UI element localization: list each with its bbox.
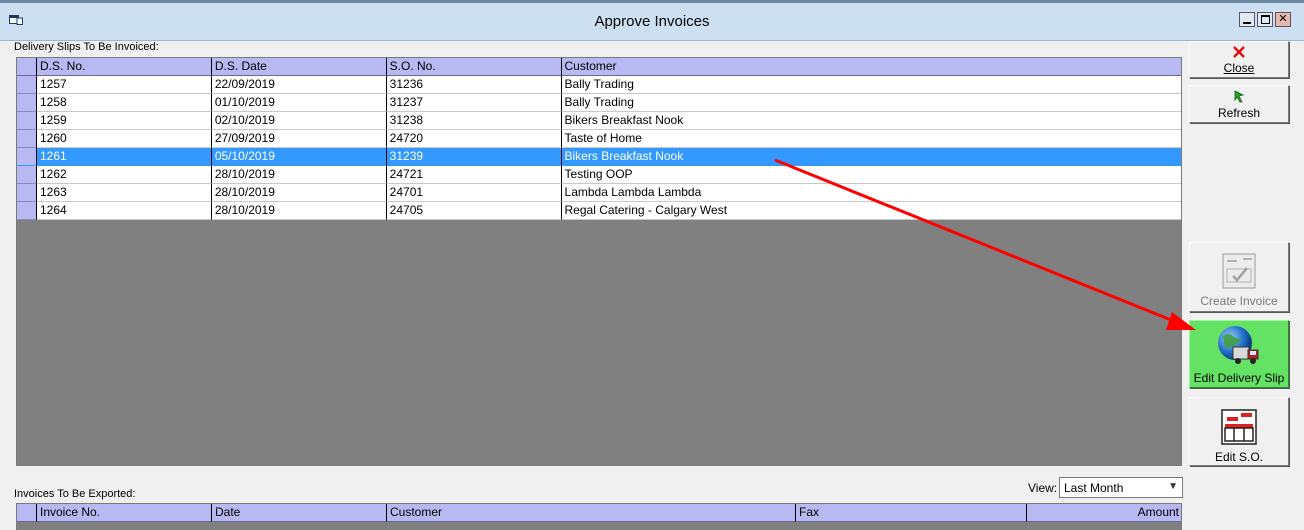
- header-indicator: [17, 58, 37, 76]
- ds-no-cell: 1264: [36, 202, 212, 220]
- row-indicator[interactable]: [17, 166, 37, 184]
- column-invoice-no[interactable]: Invoice No.: [37, 504, 212, 522]
- ds-no-cell: 1261: [36, 148, 212, 166]
- column-date[interactable]: Date: [212, 504, 387, 522]
- minimize-icon: [1243, 21, 1251, 24]
- maximize-icon: [1260, 15, 1270, 24]
- column-customer[interactable]: Customer: [387, 504, 796, 522]
- edit-delivery-slip-label: Edit Delivery Slip: [1193, 371, 1285, 385]
- ds-no-cell: 1257: [36, 76, 212, 94]
- minimize-button[interactable]: [1239, 12, 1255, 27]
- window-top-border: [0, 0, 1304, 3]
- column-amount[interactable]: Amount: [1027, 504, 1181, 522]
- so-no-cell: 31239: [386, 148, 562, 166]
- view-label: View:: [1028, 481, 1058, 495]
- row-indicator[interactable]: [17, 148, 37, 166]
- delivery-slips-label: Delivery Slips To Be Invoiced:: [14, 41, 159, 53]
- so-no-cell: 24701: [386, 184, 562, 202]
- column-so-no[interactable]: S.O. No.: [386, 58, 562, 76]
- edit-so-button[interactable]: Edit S.O.: [1189, 397, 1289, 466]
- ds-no-cell: 1262: [36, 166, 212, 184]
- ds-date-cell: 28/10/2019: [211, 166, 387, 184]
- delivery-slips-grid[interactable]: D.S. No. D.S. Date S.O. No. Customer 125…: [16, 57, 1182, 466]
- row-indicator[interactable]: [17, 112, 37, 130]
- refresh-button[interactable]: Refresh: [1189, 85, 1289, 123]
- column-ds-no[interactable]: D.S. No.: [36, 58, 212, 76]
- ds-date-cell: 27/09/2019: [211, 130, 387, 148]
- invoices-label: Invoices To Be Exported:: [14, 488, 136, 500]
- ds-date-cell: 02/10/2019: [211, 112, 387, 130]
- ds-no-cell: 1260: [36, 130, 212, 148]
- close-icon: [1233, 46, 1245, 58]
- row-indicator[interactable]: [17, 202, 37, 220]
- so-no-cell: 31238: [386, 112, 562, 130]
- table-row[interactable]: 1258 01/10/2019 31237 Bally Trading: [17, 94, 1181, 112]
- header-indicator: [17, 504, 37, 522]
- table-row[interactable]: 1260 27/09/2019 24720 Taste of Home: [17, 130, 1181, 148]
- so-no-cell: 31237: [386, 94, 562, 112]
- row-indicator[interactable]: [17, 76, 37, 94]
- edit-so-label: Edit S.O.: [1214, 450, 1264, 464]
- customer-cell: Bally Trading: [561, 76, 1181, 94]
- title-bar: Approve Invoices ✕: [0, 0, 1304, 41]
- create-invoice-button[interactable]: Create Invoice: [1189, 242, 1289, 312]
- ds-date-cell: 01/10/2019: [211, 94, 387, 112]
- table-row[interactable]: 1257 22/09/2019 31236 Bally Trading: [17, 76, 1181, 94]
- close-x-icon: ✕: [1278, 13, 1288, 25]
- ds-date-cell: 28/10/2019: [211, 184, 387, 202]
- so-no-cell: 31236: [386, 76, 562, 94]
- create-invoice-label: Create Invoice: [1200, 294, 1278, 308]
- refresh-icon: [1234, 90, 1245, 103]
- column-customer[interactable]: Customer: [561, 58, 1181, 76]
- close-button[interactable]: Close: [1189, 41, 1289, 78]
- table-row[interactable]: 1259 02/10/2019 31238 Bikers Breakfast N…: [17, 112, 1181, 130]
- refresh-button-label: Refresh: [1217, 106, 1261, 120]
- grid-header: D.S. No. D.S. Date S.O. No. Customer: [17, 58, 1181, 76]
- customer-cell: Bikers Breakfast Nook: [561, 148, 1181, 166]
- table-row[interactable]: 1262 28/10/2019 24721 Testing OOP: [17, 166, 1181, 184]
- customer-cell: Bally Trading: [561, 94, 1181, 112]
- ds-date-cell: 28/10/2019: [211, 202, 387, 220]
- customer-cell: Taste of Home: [561, 130, 1181, 148]
- invoices-grid[interactable]: Invoice No. Date Customer Fax Amount: [16, 503, 1182, 530]
- row-indicator[interactable]: [17, 184, 37, 202]
- ds-no-cell: 1259: [36, 112, 212, 130]
- chevron-down-icon[interactable]: ▼: [1168, 481, 1178, 492]
- view-select[interactable]: Last Month ▼: [1059, 477, 1183, 498]
- so-no-cell: 24721: [386, 166, 562, 184]
- column-ds-date[interactable]: D.S. Date: [211, 58, 387, 76]
- ds-no-cell: 1258: [36, 94, 212, 112]
- table-row-selected[interactable]: 1261 05/10/2019 31239 Bikers Breakfast N…: [17, 148, 1181, 166]
- row-indicator[interactable]: [17, 94, 37, 112]
- sales-order-icon: [1221, 409, 1257, 445]
- invoice-icon: [1222, 253, 1256, 289]
- edit-delivery-slip-button[interactable]: Edit Delivery Slip: [1189, 320, 1289, 388]
- window-close-button[interactable]: ✕: [1275, 12, 1291, 27]
- ds-no-cell: 1263: [36, 184, 212, 202]
- so-no-cell: 24705: [386, 202, 562, 220]
- maximize-button[interactable]: [1257, 12, 1273, 27]
- ds-date-cell: 05/10/2019: [211, 148, 387, 166]
- customer-cell: Bikers Breakfast Nook: [561, 112, 1181, 130]
- table-row[interactable]: 1263 28/10/2019 24701 Lambda Lambda Lamb…: [17, 184, 1181, 202]
- ds-date-cell: 22/09/2019: [211, 76, 387, 94]
- table-row[interactable]: 1264 28/10/2019 24705 Regal Catering - C…: [17, 202, 1181, 220]
- customer-cell: Testing OOP: [561, 166, 1181, 184]
- window-title: Approve Invoices: [594, 13, 710, 30]
- close-button-label: Close: [1223, 61, 1255, 75]
- customer-cell: Lambda Lambda Lambda: [561, 184, 1181, 202]
- customer-cell: Regal Catering - Calgary West: [561, 202, 1181, 220]
- delivery-truck-globe-icon: [1218, 326, 1259, 364]
- row-indicator[interactable]: [17, 130, 37, 148]
- view-select-value: Last Month: [1064, 481, 1124, 495]
- invoices-grid-header: Invoice No. Date Customer Fax Amount: [17, 504, 1181, 522]
- so-no-cell: 24720: [386, 130, 562, 148]
- column-fax[interactable]: Fax: [796, 504, 1027, 522]
